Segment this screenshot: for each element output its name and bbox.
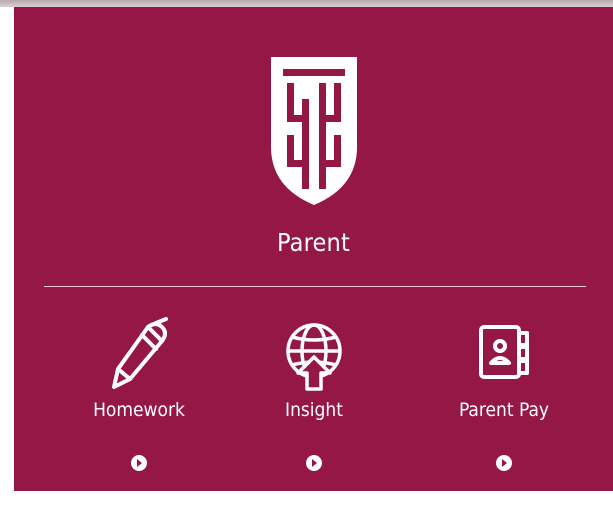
parent-pay-tile[interactable]: Parent Pay: [414, 317, 594, 487]
insight-open-button[interactable]: [306, 455, 322, 471]
app-window: Parent Homework Insight Parent Pay: [0, 0, 613, 517]
insight-label: Insight: [285, 399, 343, 421]
homework-label: Homework: [93, 399, 185, 421]
homework-open-button[interactable]: [131, 455, 147, 471]
section-divider: [44, 286, 586, 287]
contact-book-icon: [479, 325, 529, 379]
parent-pay-label: Parent Pay: [458, 399, 550, 421]
homework-tile[interactable]: Homework: [49, 317, 229, 487]
school-crest-icon: [271, 57, 357, 205]
parent-portal-panel: Parent Homework Insight Parent Pay: [14, 7, 613, 491]
page-title: Parent: [276, 228, 351, 257]
window-top-edge: [0, 0, 613, 7]
insight-tile[interactable]: Insight: [224, 317, 404, 487]
globe-upload-icon: [286, 323, 342, 391]
parent-pay-open-button[interactable]: [496, 455, 512, 471]
pencil-icon: [112, 317, 168, 389]
